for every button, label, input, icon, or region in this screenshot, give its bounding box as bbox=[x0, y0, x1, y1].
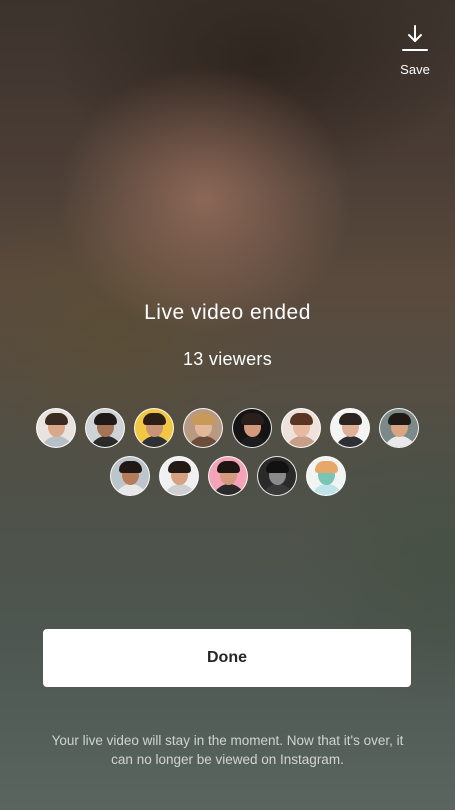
avatar-body bbox=[286, 436, 318, 447]
viewer-avatar[interactable] bbox=[305, 456, 346, 496]
avatar-hair bbox=[94, 413, 117, 425]
avatar-hair bbox=[241, 413, 264, 425]
blurred-video-background bbox=[0, 0, 455, 810]
ended-info-note: Your live video will stay in the moment.… bbox=[51, 733, 404, 767]
viewer-avatar[interactable] bbox=[158, 456, 199, 496]
viewer-avatar[interactable] bbox=[85, 408, 125, 448]
avatar-hair bbox=[388, 413, 411, 425]
avatar-hair bbox=[314, 461, 338, 473]
viewer-avatar[interactable] bbox=[379, 408, 419, 448]
viewer-avatar[interactable] bbox=[109, 456, 150, 496]
avatar-body bbox=[212, 484, 245, 495]
viewer-avatar[interactable] bbox=[207, 456, 248, 496]
avatar-body bbox=[139, 436, 171, 447]
avatar-body bbox=[163, 484, 196, 495]
save-label: Save bbox=[400, 62, 430, 77]
avatar-body bbox=[384, 436, 416, 447]
viewer-avatar[interactable] bbox=[281, 408, 321, 448]
save-button[interactable]: Save bbox=[395, 24, 435, 77]
viewer-avatar[interactable] bbox=[232, 408, 272, 448]
avatar-body bbox=[114, 484, 147, 495]
avatar-hair bbox=[192, 413, 215, 425]
avatar-hair bbox=[118, 461, 142, 473]
avatar-hair bbox=[290, 413, 313, 425]
avatar-hair bbox=[143, 413, 166, 425]
viewer-avatar[interactable] bbox=[256, 456, 297, 496]
avatar-hair bbox=[167, 461, 191, 473]
avatar-body bbox=[335, 436, 367, 447]
avatar-body bbox=[188, 436, 220, 447]
viewer-avatar-list bbox=[30, 408, 425, 496]
viewer-avatar[interactable] bbox=[36, 408, 76, 448]
avatar-body bbox=[90, 436, 122, 447]
done-button[interactable]: Done bbox=[43, 629, 411, 687]
avatar-hair bbox=[265, 461, 289, 473]
avatar-body bbox=[310, 484, 343, 495]
avatar-hair bbox=[216, 461, 240, 473]
viewer-count: 13 viewers bbox=[182, 349, 273, 369]
avatar-body bbox=[261, 484, 294, 495]
viewer-avatar[interactable] bbox=[330, 408, 370, 448]
download-icon bbox=[402, 25, 428, 51]
avatar-body bbox=[237, 436, 269, 447]
avatar-hair bbox=[339, 413, 362, 425]
avatar-hair bbox=[45, 413, 68, 425]
live-ended-title: Live video ended bbox=[144, 301, 311, 324]
viewer-avatar[interactable] bbox=[134, 408, 174, 448]
viewer-avatar[interactable] bbox=[183, 408, 223, 448]
avatar-body bbox=[41, 436, 73, 447]
